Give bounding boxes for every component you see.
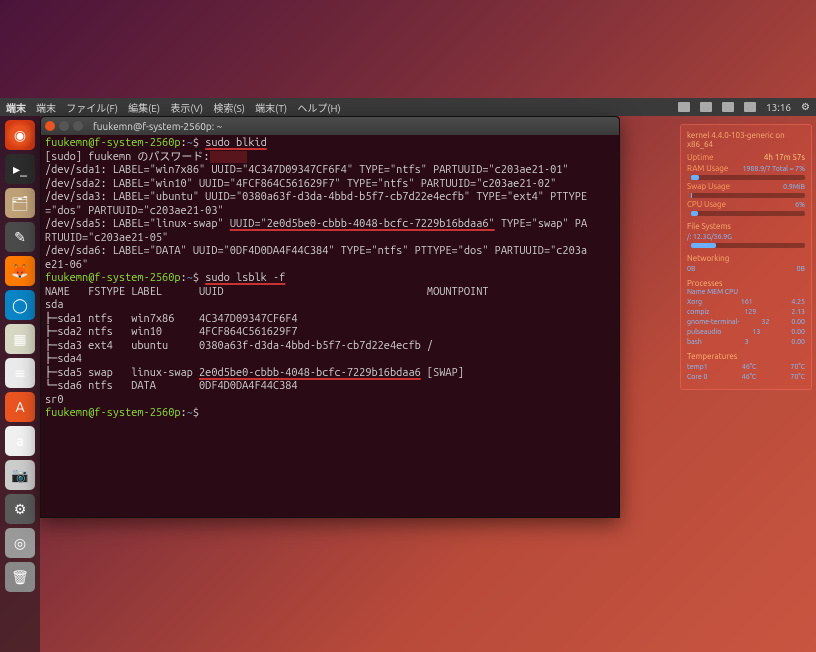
app-menus: 端末 ファイル(F) 編集(E) 表示(V) 検索(S) 端末(T) ヘルプ(H… xyxy=(36,100,349,115)
kernel-line: kernel 4.4.0-103-generic on x86_64 xyxy=(687,131,805,149)
dash-icon[interactable]: ◉ xyxy=(5,120,35,150)
maximize-icon[interactable] xyxy=(73,121,83,131)
screenshot-icon[interactable]: 📷 xyxy=(5,460,35,490)
ram-label: RAM Usage xyxy=(687,164,728,173)
net-up: 0B xyxy=(687,265,695,273)
cpu-label: CPU Usage xyxy=(687,200,726,209)
disc-icon[interactable]: ◎ xyxy=(5,528,35,558)
battery-indicator-icon[interactable] xyxy=(722,102,734,112)
proc-row: bash30.00 xyxy=(687,338,805,346)
proc-cols: Name MEM CPU xyxy=(687,288,805,296)
active-app-name: 端末 xyxy=(6,100,26,115)
net-down: 0B xyxy=(797,265,805,273)
gear-icon[interactable]: ⚙ xyxy=(801,101,810,113)
menu-terminal2[interactable]: 端末(T) xyxy=(255,103,287,114)
files-icon[interactable]: 🗂 xyxy=(5,188,35,218)
fs-header: File Systems xyxy=(687,222,805,231)
core0-label: Core 0 xyxy=(687,373,707,381)
menu-terminal[interactable]: 端末 xyxy=(36,103,56,114)
ram-bar xyxy=(691,175,805,180)
cpu-bar xyxy=(691,211,805,216)
settings-icon[interactable]: ⚙ xyxy=(5,494,35,524)
proc-row: Xorg1614.25 xyxy=(687,298,805,306)
firefox-icon[interactable]: 🦊 xyxy=(5,256,35,286)
core0-value: 46°C xyxy=(742,373,756,381)
trash-icon[interactable]: 🗑 xyxy=(5,562,35,592)
menu-view[interactable]: 表示(V) xyxy=(170,103,203,114)
temp-header: Temperatures xyxy=(687,352,805,361)
temp1-label: temp1 xyxy=(687,363,708,371)
temp1-value: 46°C xyxy=(742,363,756,371)
conky-widget: kernel 4.4.0-103-generic on x86_64 Uptim… xyxy=(680,124,812,390)
cpu-text: 6% xyxy=(795,201,805,209)
minimize-icon[interactable] xyxy=(59,121,69,131)
libreoffice-writer-icon[interactable]: ≡ xyxy=(5,358,35,388)
uptime-label: Uptime xyxy=(687,153,714,162)
software-center-icon[interactable]: A xyxy=(5,392,35,422)
swap-text: 0.9MiB xyxy=(783,183,805,191)
uptime-value: 4h 17m 57s xyxy=(764,153,805,162)
text-editor-icon[interactable]: ✎ xyxy=(5,222,35,252)
libreoffice-calc-icon[interactable]: ▦ xyxy=(5,324,35,354)
clock[interactable]: 13:16 xyxy=(766,102,791,113)
swap-label: Swap Usage xyxy=(687,182,730,191)
ram-text: 1988.9/7 Total = 7% xyxy=(743,165,805,173)
net-header: Networking xyxy=(687,254,805,263)
sound-indicator-icon[interactable] xyxy=(744,102,756,112)
menu-edit[interactable]: 編集(E) xyxy=(128,103,160,114)
menu-search[interactable]: 検索(S) xyxy=(213,103,245,114)
terminal-body[interactable]: fuukemn@f-system-2560p:~$ sudo blkid [su… xyxy=(41,135,619,423)
close-icon[interactable] xyxy=(45,121,55,131)
amazon-icon[interactable]: a xyxy=(5,426,35,456)
unity-launcher: ◉ ▸_ 🗂 ✎ 🦊 ◯ ▦ ≡ A a 📷 ⚙ ◎ 🗑 xyxy=(0,116,40,652)
menu-file[interactable]: ファイル(F) xyxy=(66,103,118,114)
top-menubar: 端末 端末 ファイル(F) 編集(E) 表示(V) 検索(S) 端末(T) ヘル… xyxy=(0,98,816,116)
fs-path: /: 12.3G/56.9G xyxy=(687,233,732,241)
keyboard-indicator-icon[interactable] xyxy=(678,102,690,112)
terminal-icon[interactable]: ▸_ xyxy=(5,154,35,184)
chromium-icon[interactable]: ◯ xyxy=(5,290,35,320)
proc-row: pulseaudio130.00 xyxy=(687,328,805,336)
window-title: fuukemn@f-system-2560p: ~ xyxy=(93,121,222,132)
proc-header: Processes xyxy=(687,279,805,288)
terminal-window: fuukemn@f-system-2560p: ~ fuukemn@f-syst… xyxy=(40,116,620,518)
menu-help[interactable]: ヘルプ(H) xyxy=(297,103,340,114)
window-titlebar[interactable]: fuukemn@f-system-2560p: ~ xyxy=(41,117,619,135)
fs-bar xyxy=(691,243,805,248)
swap-bar xyxy=(691,193,805,198)
temp1-b: 70°C xyxy=(791,363,805,371)
network-indicator-icon[interactable] xyxy=(700,102,712,112)
proc-row: gnome-terminal-320.00 xyxy=(687,318,805,326)
core0-b: 70°C xyxy=(791,373,805,381)
proc-row: compiz1292.13 xyxy=(687,308,805,316)
